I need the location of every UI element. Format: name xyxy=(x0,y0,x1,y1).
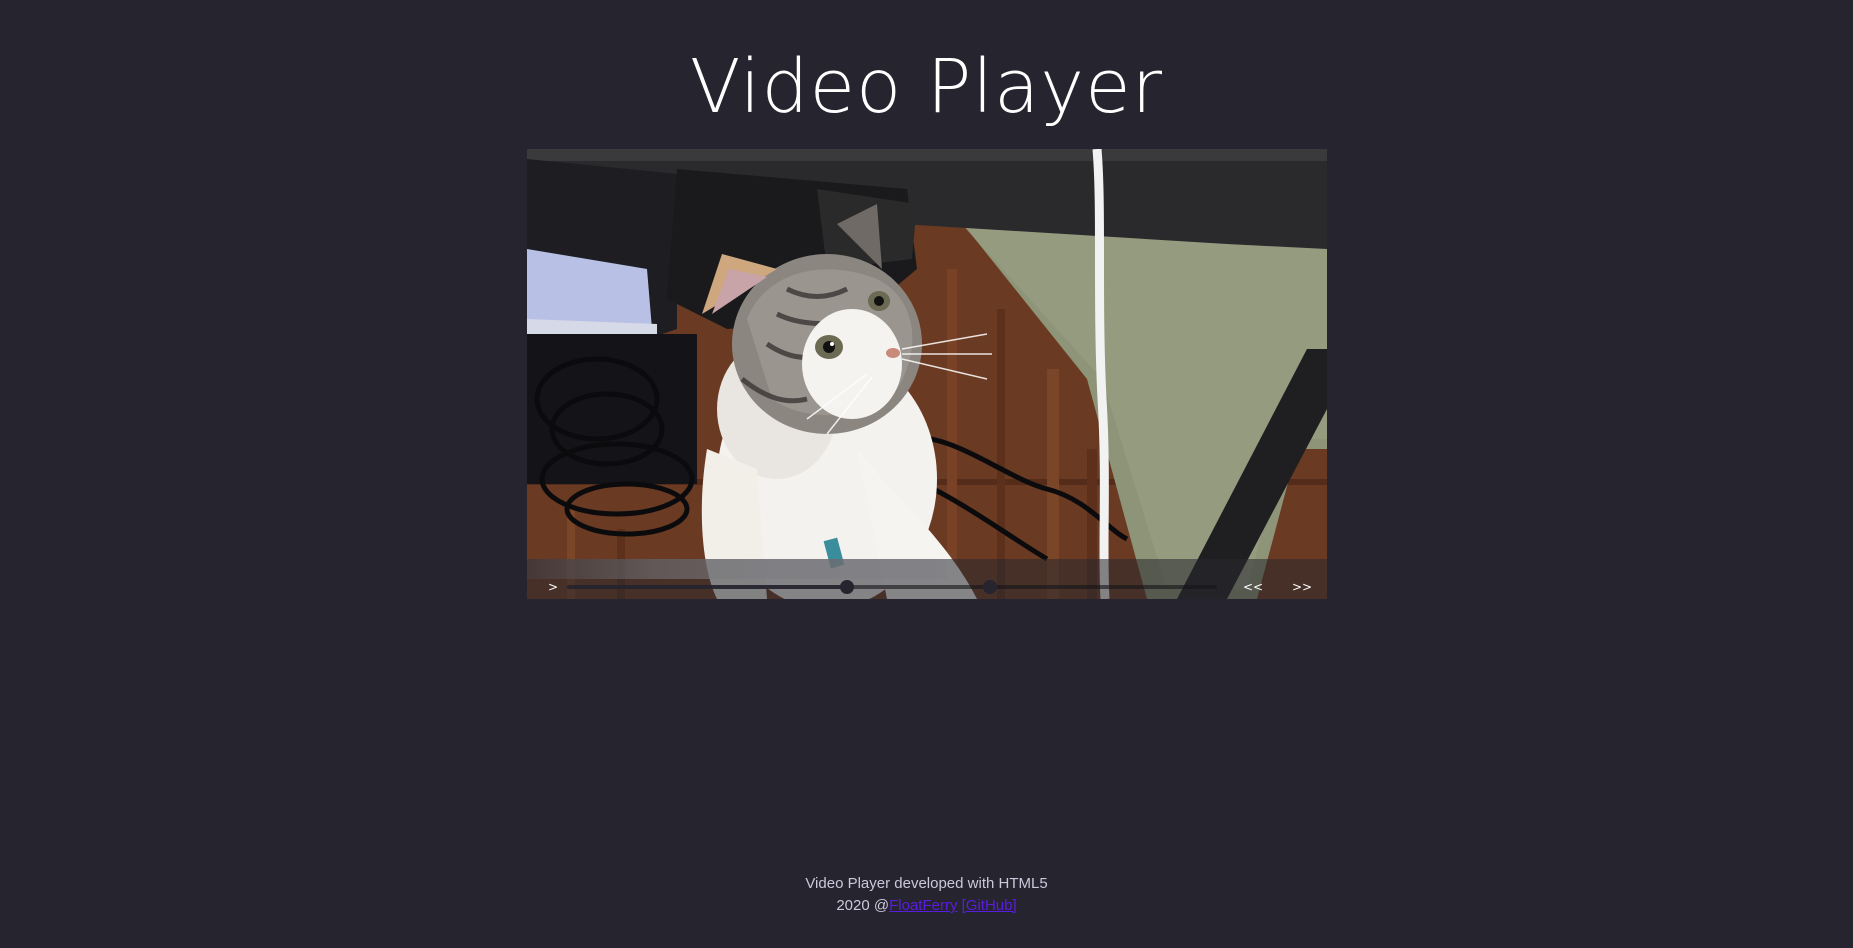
forward-button[interactable]: >> xyxy=(1292,579,1312,595)
video-frame-kitten[interactable] xyxy=(527,149,1327,599)
seek-progress xyxy=(567,585,847,589)
github-link[interactable]: [GitHub] xyxy=(962,897,1017,914)
rewind-button[interactable]: << xyxy=(1243,579,1263,595)
footer-copyright: 2020 @FloatFerry [GitHub] xyxy=(0,895,1853,917)
video-player[interactable]: > << >> xyxy=(527,149,1327,599)
seek-handle[interactable] xyxy=(839,580,854,594)
play-button[interactable]: > xyxy=(548,579,558,595)
footer-year: 2020 @ xyxy=(836,897,890,914)
video-controls-bar: > << >> xyxy=(527,559,1327,599)
buffer-bar xyxy=(527,559,947,579)
page-title: Video Player xyxy=(689,44,1164,130)
footer: Video Player developed with HTML5 2020 @… xyxy=(0,873,1853,917)
seek-slider[interactable] xyxy=(567,580,1217,594)
footer-credit: Video Player developed with HTML5 xyxy=(805,875,1048,892)
volume-handle[interactable] xyxy=(982,580,997,594)
author-link[interactable]: FloatFerry xyxy=(889,897,957,914)
